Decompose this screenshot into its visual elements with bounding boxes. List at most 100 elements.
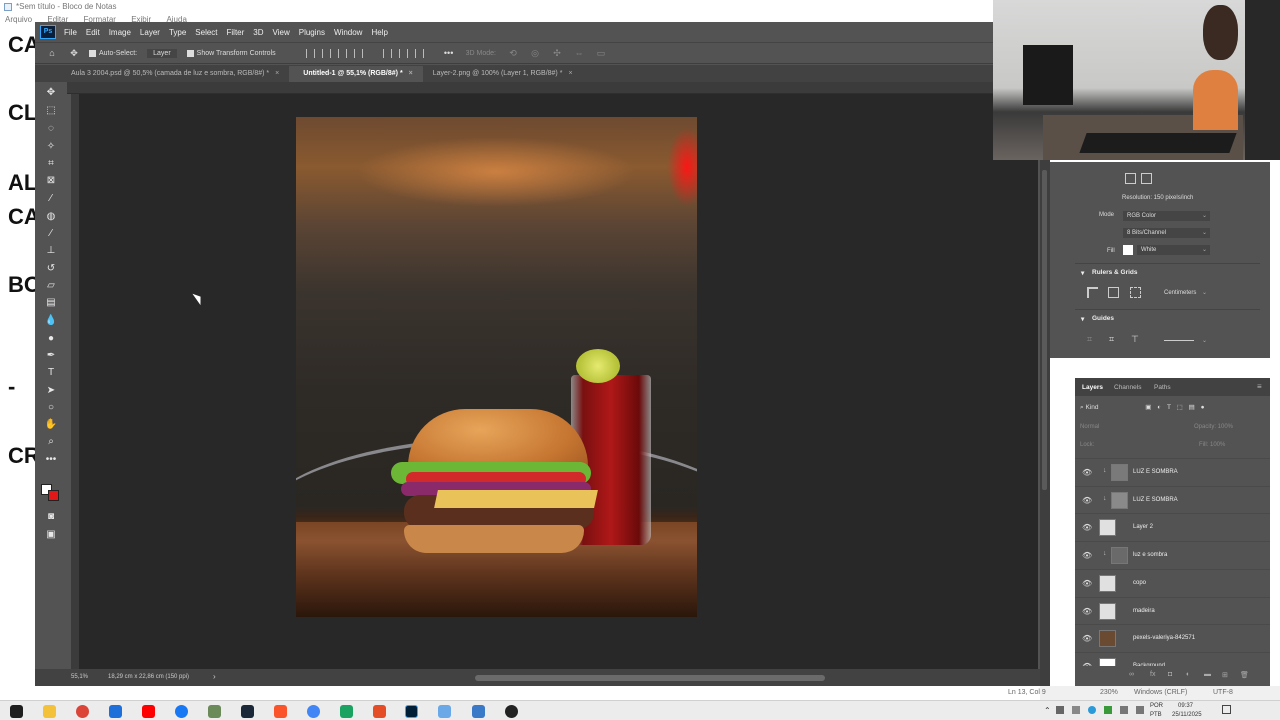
language-code[interactable]: POR [1150, 703, 1163, 709]
layer-name[interactable]: pexels-valeriya-842571 [1133, 635, 1195, 641]
opacity-field[interactable]: Opacity: 100% [1194, 424, 1233, 430]
layer-name[interactable]: madeira [1133, 608, 1155, 614]
visibility-eye-icon[interactable]: 👁 [1082, 523, 1092, 532]
align-middle-icon[interactable] [398, 48, 408, 58]
eraser-icon[interactable]: ▱ [44, 279, 58, 293]
distribute-icon[interactable] [353, 48, 363, 58]
3d-rotate-icon[interactable]: ⟲ [508, 48, 518, 58]
zoom-tool-icon[interactable]: ⌕ [44, 435, 58, 449]
lasso-tool-icon[interactable]: ◌ [44, 122, 58, 136]
healing-brush-icon[interactable]: ◍ [44, 210, 58, 224]
close-icon[interactable]: × [568, 70, 572, 77]
move-tool-preset-icon[interactable]: ✥ [69, 48, 79, 58]
stamp-tool-icon[interactable]: ⊥ [44, 244, 58, 258]
close-icon[interactable]: × [409, 70, 413, 77]
layer-row[interactable]: 👁 ↓ LUZ E SOMBRA [1075, 458, 1270, 485]
vertical-scrollbar[interactable] [1042, 170, 1047, 490]
marquee-tool-icon[interactable]: ⬚ [44, 104, 58, 118]
clock-time[interactable]: 09:37 [1178, 703, 1193, 709]
tab-paths[interactable]: Paths [1154, 384, 1171, 391]
layer-name[interactable]: luz e sombra [1133, 552, 1167, 558]
layer-row[interactable]: 👁 ↓ LUZ E SOMBRA [1075, 485, 1270, 513]
filter-pixel-icon[interactable]: ▣ [1145, 404, 1151, 411]
menu-plugins[interactable]: Plugins [299, 28, 325, 37]
delete-layer-icon[interactable]: 🗑 [1240, 671, 1249, 679]
status-menu-arrow[interactable]: › [213, 672, 216, 681]
layer-row[interactable]: 👁 pexels-valeriya-842571 [1075, 624, 1270, 651]
fill-swatch[interactable] [1123, 245, 1133, 255]
tray-app-icon[interactable] [1056, 706, 1064, 714]
visibility-eye-icon[interactable]: 👁 [1082, 607, 1092, 616]
new-layer-icon[interactable]: ⊞ [1222, 671, 1228, 679]
menu-help[interactable]: Help [371, 28, 387, 37]
ruler-vertical[interactable] [71, 94, 79, 669]
guide-layout-icon[interactable]: ⌗ [1087, 334, 1092, 345]
guide-style-select[interactable]: ⌄ [1160, 336, 1210, 346]
panel-menu-icon[interactable]: ≡ [1257, 382, 1262, 391]
hand-tool-icon[interactable]: ✋ [44, 418, 58, 432]
start-icon[interactable] [10, 705, 23, 718]
auto-select-checkbox[interactable] [89, 49, 96, 57]
notifications-icon[interactable] [1222, 705, 1231, 714]
chrome-profile-icon[interactable] [307, 705, 320, 718]
tab-untitled-1[interactable]: Untitled-1 @ 55,1% (RGB/8#) * × [289, 66, 423, 82]
tray-expand-icon[interactable]: ⌃ [1044, 706, 1051, 715]
history-brush-icon[interactable]: ↺ [44, 262, 58, 276]
3d-scale-icon[interactable]: ▭ [596, 48, 606, 58]
visibility-eye-icon[interactable]: 👁 [1082, 551, 1092, 560]
layer-style-icon[interactable]: fx [1150, 671, 1155, 678]
zoom-readout[interactable]: 55,1% [71, 674, 88, 680]
notepad-taskbar-icon[interactable] [438, 705, 451, 718]
layer-thumbnail[interactable] [1099, 630, 1116, 648]
app-blue-icon[interactable] [472, 705, 485, 718]
portrait-orientation-icon[interactable] [1125, 173, 1136, 184]
new-guide-icon[interactable]: ⌗ [1109, 334, 1114, 345]
app-red-icon[interactable] [373, 705, 386, 718]
ruler-horizontal[interactable] [35, 82, 1040, 94]
tray-app-icon[interactable] [1104, 706, 1112, 714]
visibility-eye-icon[interactable]: 👁 [1082, 634, 1092, 643]
menu-layer[interactable]: Layer [140, 28, 160, 37]
photoshop-taskbar-icon[interactable] [405, 705, 418, 718]
menu-image[interactable]: Image [109, 28, 131, 37]
blur-tool-icon[interactable]: 💧 [44, 314, 58, 328]
menu-type[interactable]: Type [169, 28, 186, 37]
layer-thumbnail[interactable] [1111, 547, 1128, 565]
brush-tool-icon[interactable]: ∕ [44, 227, 58, 241]
3d-roll-icon[interactable]: ◎ [530, 48, 540, 58]
app-green-icon[interactable] [340, 705, 353, 718]
notepad-menu-file[interactable]: Arquivo [5, 14, 32, 26]
shape-tool-icon[interactable]: ○ [44, 401, 58, 415]
clock-date[interactable]: 25/11/2025 [1172, 712, 1202, 718]
3d-slide-icon[interactable]: ⇔ [574, 48, 584, 58]
tray-app-icon[interactable] [1072, 706, 1080, 714]
align-right-icon[interactable] [337, 48, 347, 58]
visibility-eye-icon[interactable]: 👁 [1082, 579, 1092, 588]
path-select-icon[interactable]: ➤ [44, 384, 58, 398]
screen-mode-icon[interactable]: ▣ [44, 528, 58, 542]
layer-name[interactable]: LUZ E SOMBRA [1133, 497, 1178, 503]
add-mask-icon[interactable]: ◘ [1168, 671, 1172, 678]
section-chevron-icon[interactable]: ▾ [1081, 315, 1084, 323]
magic-wand-icon[interactable]: ✧ [44, 140, 58, 154]
blend-mode-select[interactable]: Normal [1080, 424, 1099, 430]
pen-tool-icon[interactable]: ✒ [44, 349, 58, 363]
home-icon[interactable]: ⌂ [47, 48, 57, 58]
layer-thumbnail[interactable] [1099, 519, 1116, 537]
filter-type-icon[interactable]: T [1167, 404, 1171, 411]
fill-select[interactable]: White ⌄ [1137, 245, 1210, 255]
visibility-eye-icon[interactable]: 👁 [1082, 496, 1092, 505]
menu-3d[interactable]: 3D [253, 28, 263, 37]
menu-edit[interactable]: Edit [86, 28, 100, 37]
quick-mask-icon[interactable]: ◙ [44, 510, 58, 524]
align-left-icon[interactable] [305, 48, 315, 58]
visibility-eye-icon[interactable]: 👁 [1082, 468, 1092, 477]
menu-view[interactable]: View [273, 28, 290, 37]
close-icon[interactable]: × [275, 70, 279, 77]
filter-toggle-icon[interactable]: ● [1201, 404, 1205, 411]
move-tool-icon[interactable]: ✥ [44, 86, 58, 100]
horizontal-scrollbar[interactable] [475, 675, 825, 681]
tray-app-icon[interactable] [1088, 706, 1096, 714]
menu-file[interactable]: File [64, 28, 77, 37]
grid-icon[interactable] [1108, 287, 1119, 298]
